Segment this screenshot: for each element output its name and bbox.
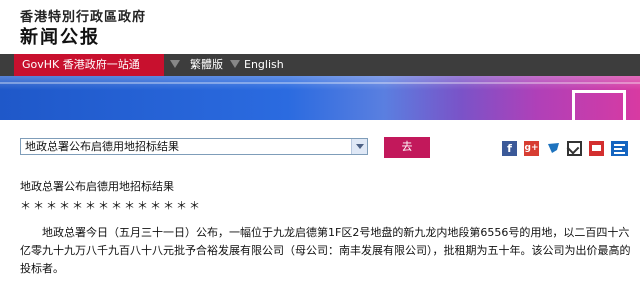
selected-option: 地政总署公布启德用地招标结果 <box>25 140 179 153</box>
top-navbar: GovHK 香港政府一站通 繁體版 English <box>0 54 640 76</box>
print-icon[interactable] <box>589 141 604 156</box>
nav-separator-icon <box>170 60 180 68</box>
email-icon[interactable] <box>567 141 582 156</box>
header: 香港特別行政區政府 新闻公报 <box>0 0 640 52</box>
site-title[interactable]: 新闻公报 <box>20 23 100 49</box>
banner-frame-graphic <box>572 90 626 120</box>
chevron-down-icon[interactable] <box>351 139 367 154</box>
banner <box>0 76 640 120</box>
traditional-chinese-link[interactable]: 繁體版 <box>190 54 223 76</box>
weibo-icon[interactable] <box>546 141 561 156</box>
nav-separator-icon <box>230 60 240 68</box>
article-title: 地政总署公布启德用地招标结果 <box>20 180 174 193</box>
press-release-select[interactable]: 地政总署公布启德用地招标结果 <box>20 138 368 155</box>
go-button[interactable]: 去 <box>384 137 430 158</box>
govhk-link[interactable]: GovHK 香港政府一站通 <box>14 54 164 76</box>
article-body: 地政总署今日（五月三十一日）公布，一幅位于九龙启德第1F区2号地盘的新九龙内地段… <box>20 226 631 275</box>
banner-line <box>0 82 640 84</box>
english-link[interactable]: English <box>244 54 284 76</box>
text-size-icon[interactable] <box>611 141 628 156</box>
title-divider: ＊＊＊＊＊＊＊＊＊＊＊＊＊＊ <box>20 199 202 212</box>
google-plus-icon[interactable]: g+ <box>524 141 539 156</box>
facebook-icon[interactable]: f <box>502 141 517 156</box>
